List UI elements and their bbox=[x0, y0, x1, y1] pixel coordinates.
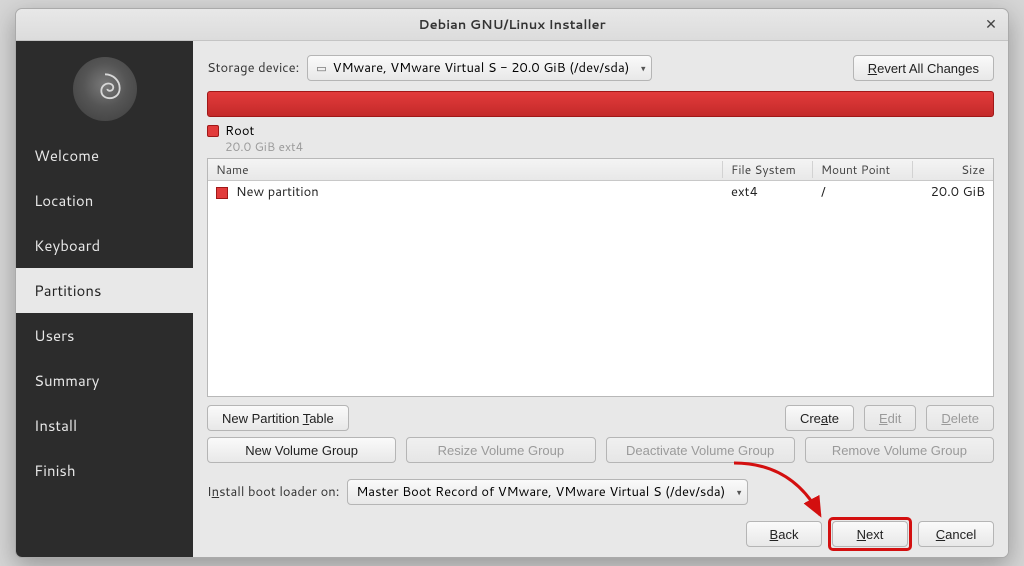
revert-all-changes-button[interactable]: Revert All Changes bbox=[853, 55, 994, 81]
bootloader-label: Install boot loader on: bbox=[207, 483, 339, 501]
sidebar-item-install[interactable]: Install bbox=[16, 403, 193, 448]
col-mp[interactable]: Mount Point bbox=[813, 161, 913, 178]
col-name[interactable]: Name bbox=[208, 161, 723, 178]
root-detail: 20.0 GiB ext4 bbox=[225, 139, 303, 154]
sidebar-item-location[interactable]: Location bbox=[16, 178, 193, 223]
sidebar-item-finish[interactable]: Finish bbox=[16, 448, 193, 493]
new-volume-group-button[interactable]: New Volume Group bbox=[207, 437, 396, 463]
delete-button: Delete bbox=[926, 405, 994, 431]
debian-logo-icon bbox=[73, 57, 137, 121]
root-name: Root bbox=[225, 123, 303, 139]
back-button[interactable]: Back bbox=[746, 521, 822, 547]
storage-device-value: VMware, VMware Virtual S - 20.0 GiB (/de… bbox=[333, 59, 630, 77]
cell-size: 20.0 GiB bbox=[913, 183, 993, 201]
partition-usage-bar bbox=[207, 91, 994, 117]
partition-table[interactable]: Name File System Mount Point Size New pa… bbox=[207, 158, 994, 397]
root-color-swatch-icon bbox=[207, 125, 219, 137]
sidebar-item-partitions[interactable]: Partitions bbox=[16, 268, 193, 313]
chevron-down-icon: ▾ bbox=[641, 62, 646, 75]
storage-device-label: Storage device: bbox=[207, 59, 299, 77]
window-body: WelcomeLocationKeyboardPartitionsUsersSu… bbox=[16, 41, 1008, 557]
sidebar-item-keyboard[interactable]: Keyboard bbox=[16, 223, 193, 268]
cell-name: New partition bbox=[236, 183, 319, 201]
chevron-down-icon: ▾ bbox=[737, 486, 742, 499]
cell-fs: ext4 bbox=[723, 183, 813, 201]
new-partition-table-button[interactable]: New Partition Table bbox=[207, 405, 349, 431]
col-size[interactable]: Size bbox=[913, 161, 993, 178]
deactivate-volume-group-button: Deactivate Volume Group bbox=[606, 437, 795, 463]
remove-volume-group-button: Remove Volume Group bbox=[805, 437, 994, 463]
next-button[interactable]: Next bbox=[832, 521, 908, 547]
sidebar: WelcomeLocationKeyboardPartitionsUsersSu… bbox=[16, 41, 193, 557]
storage-device-combo[interactable]: ▭ VMware, VMware Virtual S - 20.0 GiB (/… bbox=[307, 55, 652, 81]
window-title: Debian GNU/Linux Installer bbox=[418, 16, 605, 34]
resize-volume-group-button: Resize Volume Group bbox=[406, 437, 595, 463]
sidebar-item-users[interactable]: Users bbox=[16, 313, 193, 358]
col-fs[interactable]: File System bbox=[723, 161, 813, 178]
sidebar-item-welcome[interactable]: Welcome bbox=[16, 133, 193, 178]
bootloader-value: Master Boot Record of VMware, VMware Vir… bbox=[356, 483, 725, 501]
row-swatch-icon bbox=[216, 187, 228, 199]
titlebar: Debian GNU/Linux Installer ✕ bbox=[16, 9, 1008, 41]
table-row[interactable]: New partition ext4/20.0 GiB bbox=[208, 181, 993, 203]
disk-icon: ▭ bbox=[316, 60, 326, 76]
root-partition-legend: Root 20.0 GiB ext4 bbox=[207, 123, 994, 154]
cancel-button[interactable]: Cancel bbox=[918, 521, 994, 547]
create-button[interactable]: Create bbox=[785, 405, 854, 431]
close-icon[interactable]: ✕ bbox=[982, 15, 1000, 33]
installer-window: Debian GNU/Linux Installer ✕ WelcomeLoca… bbox=[15, 8, 1009, 558]
edit-button: Edit bbox=[864, 405, 916, 431]
cell-mp: / bbox=[813, 183, 913, 201]
sidebar-item-summary[interactable]: Summary bbox=[16, 358, 193, 403]
table-header: Name File System Mount Point Size bbox=[208, 159, 993, 181]
bootloader-combo[interactable]: Master Boot Record of VMware, VMware Vir… bbox=[347, 479, 748, 505]
content-area: Storage device: ▭ VMware, VMware Virtual… bbox=[193, 41, 1008, 557]
